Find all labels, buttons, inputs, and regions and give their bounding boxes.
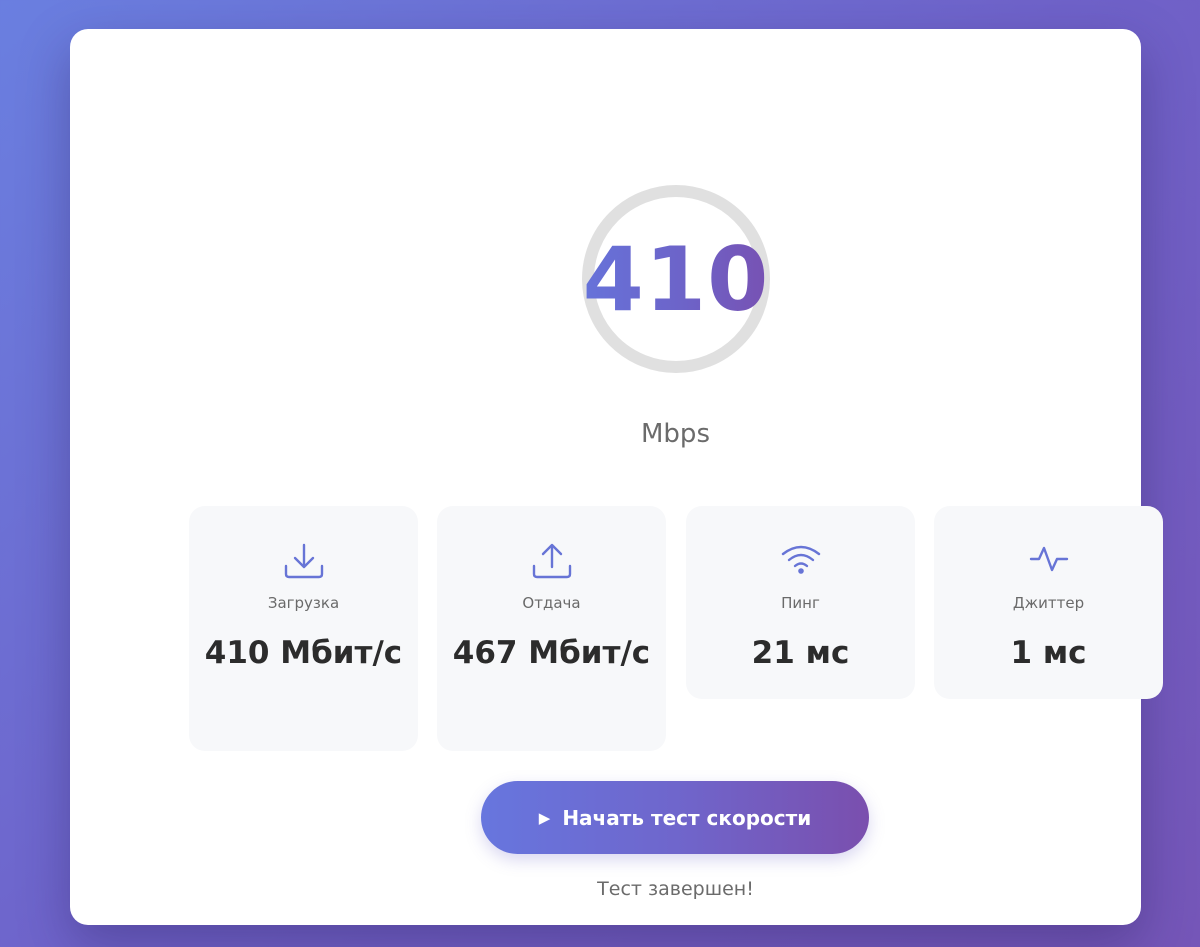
speedtest-card: 410 Mbps Загрузка 410 Мбит/с Отдача 467 … [70, 29, 1163, 925]
stat-value: 467 Мбит/с [452, 635, 651, 671]
stat-ping: Пинг 21 мс [686, 506, 915, 699]
status-text: Тест завершен! [597, 878, 754, 900]
start-test-button[interactable]: ▶ Начать тест скорости [481, 781, 869, 854]
download-icon [284, 543, 323, 579]
play-icon: ▶ [538, 808, 551, 827]
gauge-unit: Mbps [641, 419, 710, 449]
stat-download: Загрузка 410 Мбит/с [189, 506, 418, 751]
stat-value: 410 Мбит/с [204, 635, 403, 671]
stat-value: 1 мс [1010, 635, 1087, 671]
stat-label: Отдача [522, 594, 581, 612]
upload-icon [532, 543, 571, 579]
gauge-value: 410 [581, 184, 771, 374]
stat-label: Джиттер [1012, 594, 1085, 612]
stat-value: 21 мс [751, 635, 850, 671]
stat-jitter: Джиттер 1 мс [934, 506, 1163, 699]
stats-grid: Загрузка 410 Мбит/с Отдача 467 Мбит/с Пи… [189, 506, 1163, 756]
activity-icon [1029, 546, 1068, 572]
stat-label: Пинг [781, 594, 820, 612]
start-test-label: Начать тест скорости [562, 805, 812, 830]
wifi-icon [781, 545, 820, 574]
speed-gauge: 410 [581, 184, 771, 374]
stat-label: Загрузка [267, 594, 340, 612]
stat-upload: Отдача 467 Мбит/с [437, 506, 666, 751]
